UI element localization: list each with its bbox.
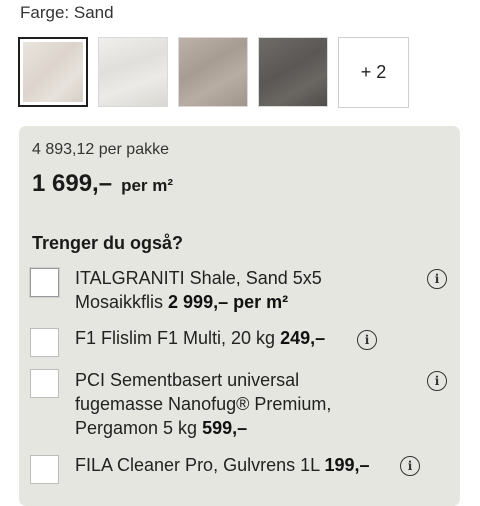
price-per-m2: 1 699,– per m² — [32, 170, 173, 198]
price-panel: 4 893,12 per pakke 1 699,– per m² Trenger… — [19, 126, 460, 506]
addon-name-line1: FILA Cleaner Pro, Gulvrens 1L — [75, 455, 320, 475]
swatch-light-grey[interactable] — [98, 37, 168, 107]
addon-checkbox[interactable] — [30, 268, 59, 297]
addon-text: F1 Flislim F1 Multi, 20 kg 249,– — [75, 326, 405, 350]
addon-text: PCI Sementbasert universal fugemasse Nan… — [75, 368, 405, 440]
swatch-dark-grey-image — [259, 38, 327, 106]
addon-price: 2 999,– per m² — [168, 292, 289, 312]
price-value: 1 699,– — [32, 170, 113, 197]
addon-price: 599,– — [202, 418, 248, 438]
addon-price: 249,– — [280, 328, 326, 348]
addon-name-line2: Mosaikkflis — [75, 292, 164, 312]
color-label: Farge: Sand — [20, 3, 114, 22]
swatch-sand-image — [23, 42, 83, 102]
addon-name-line1: ITALGRANITI Shale, Sand 5x5 — [75, 268, 322, 288]
more-colors-button[interactable]: + 2 — [338, 37, 409, 108]
price-unit: per m² — [121, 176, 174, 195]
color-swatches: + 2 — [18, 37, 409, 108]
addon-name-line1: PCI Sementbasert universal — [75, 370, 300, 390]
swatch-dark-grey[interactable] — [258, 37, 328, 107]
info-icon[interactable]: i — [400, 456, 420, 476]
addon-name-line2: fugemasse Nanofug® Premium, — [75, 394, 332, 414]
addon-name-line1: F1 Flislim F1 Multi, 20 kg — [75, 328, 276, 348]
swatch-taupe-image — [179, 38, 247, 106]
addon-name-line3: Pergamon 5 kg — [75, 418, 198, 438]
swatch-light-grey-image — [99, 38, 167, 106]
swatch-sand[interactable] — [18, 37, 88, 107]
info-icon[interactable]: i — [427, 269, 447, 289]
also-need-title: Trenger du også? — [32, 233, 184, 253]
addon-text: FILA Cleaner Pro, Gulvrens 1L 199,– — [75, 453, 405, 477]
info-icon[interactable]: i — [357, 330, 377, 350]
swatch-taupe[interactable] — [178, 37, 248, 107]
addon-text: ITALGRANITI Shale, Sand 5x5 Mosaikkflis … — [75, 266, 405, 314]
addon-price: 199,– — [324, 455, 370, 475]
addon-checkbox[interactable] — [30, 328, 59, 357]
addon-checkbox[interactable] — [30, 369, 59, 398]
info-icon[interactable]: i — [427, 371, 447, 391]
per-pack-price: 4 893,12 per pakke — [32, 141, 169, 158]
